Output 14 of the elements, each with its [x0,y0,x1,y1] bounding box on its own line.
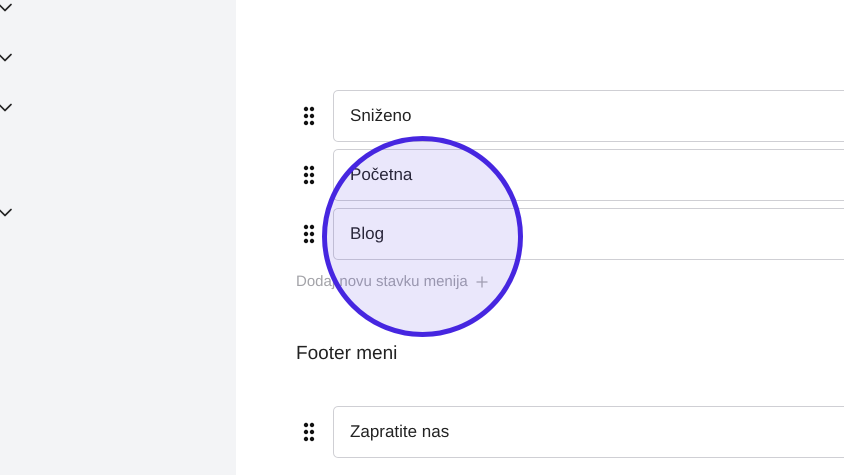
chevron-down-icon[interactable] [0,208,12,217]
chevron-down-icon[interactable] [0,53,12,62]
menu-item-field[interactable]: Zapratite nas [333,406,844,458]
plus-icon [476,276,488,288]
drag-handle-icon[interactable] [303,106,315,126]
menu-item-field[interactable]: Sniženo [333,90,844,142]
section-heading: Footer meni [296,343,398,365]
chevron-down-icon[interactable] [0,103,12,112]
drag-handle-icon[interactable] [303,422,315,442]
drag-handle-icon[interactable] [303,224,315,244]
menu-item-field[interactable]: Početna [333,149,844,201]
drag-handle-icon[interactable] [303,165,315,185]
chevron-down-icon[interactable] [0,3,12,12]
menu-item-field[interactable]: Blog [333,208,844,260]
